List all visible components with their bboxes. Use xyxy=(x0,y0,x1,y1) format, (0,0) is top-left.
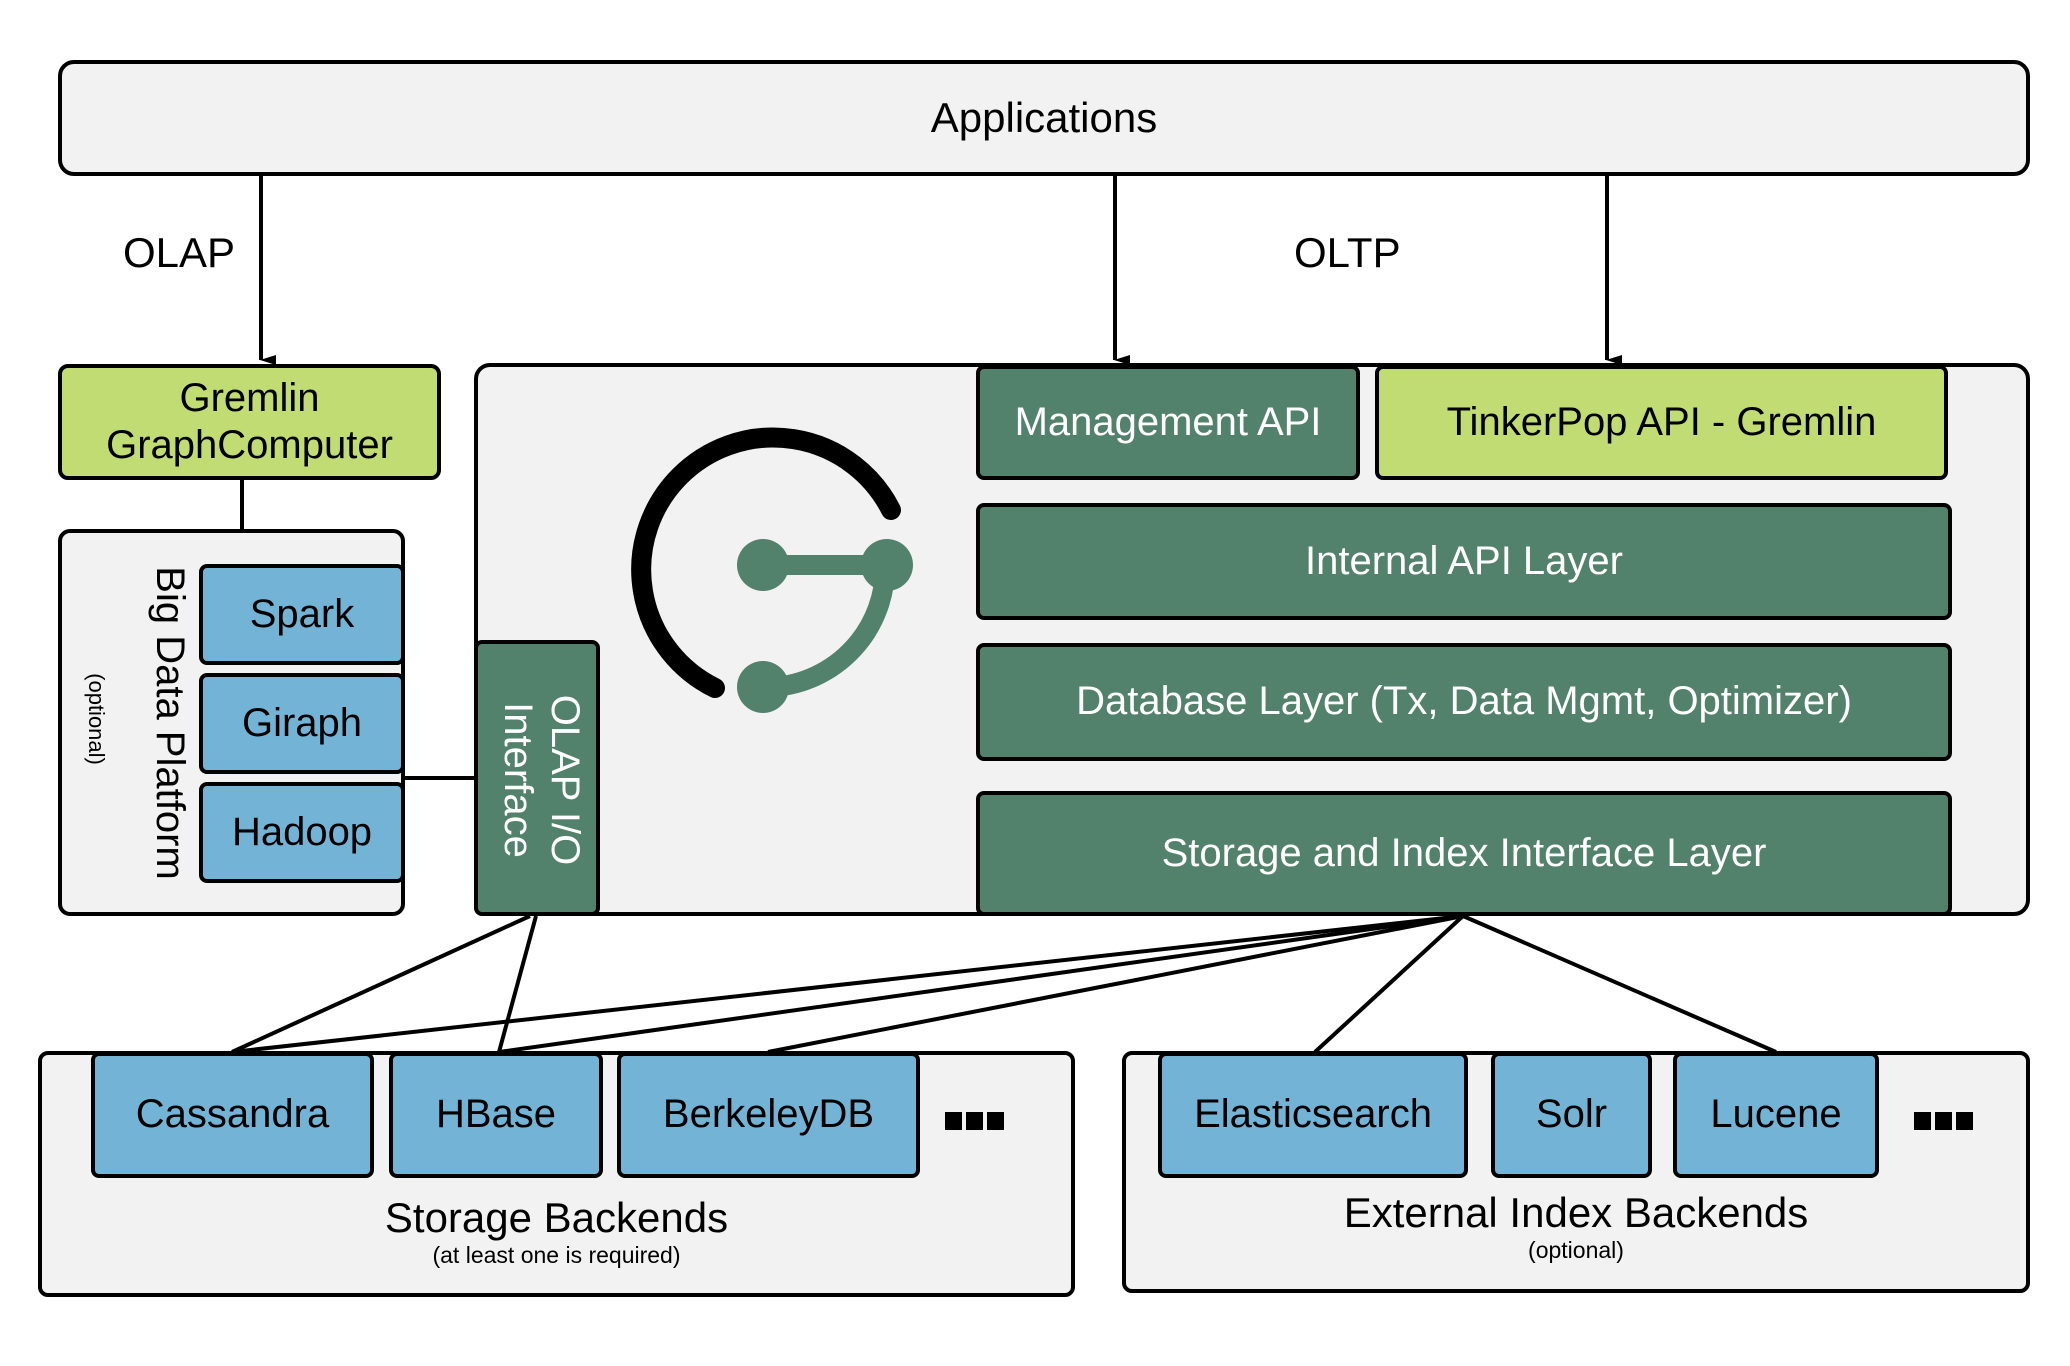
applications-box: Applications xyxy=(58,60,2030,176)
tinkerpop-api-label: TinkerPop API - Gremlin xyxy=(1446,399,1877,444)
olapio-cassandra-connector xyxy=(231,914,531,1054)
big-data-platform-subtitle: (optional) xyxy=(83,619,109,819)
index-backends-subtitle: (optional) xyxy=(1528,1237,1624,1264)
cassandra-label: Cassandra xyxy=(135,1092,330,1137)
olap-io-line1: OLAP I/O xyxy=(543,694,587,866)
elasticsearch-label: Elasticsearch xyxy=(1194,1092,1432,1137)
olap-io-interface-label: OLAP I/O Interface xyxy=(488,652,588,908)
giraph-label: Giraph xyxy=(241,700,363,745)
graphcomputer-line1: Gremlin xyxy=(179,375,320,420)
applications-label: Applications xyxy=(930,94,1158,142)
database-layer-label: Database Layer (Tx, Data Mgmt, Optimizer… xyxy=(1076,679,1852,724)
hadoop-label: Hadoop xyxy=(231,809,373,854)
olap-flow-label: OLAP xyxy=(123,229,236,276)
management-api-box: Management API xyxy=(976,365,1360,480)
index-more-icon xyxy=(1914,1112,1973,1130)
internal-api-layer-label: Internal API Layer xyxy=(1305,538,1623,583)
olap-io-line2: Interface xyxy=(496,702,540,858)
lucene-label: Lucene xyxy=(1710,1092,1842,1137)
storage-layer-hbase-connector xyxy=(498,914,1464,1054)
index-item-elasticsearch: Elasticsearch xyxy=(1158,1052,1468,1178)
storage-layer-elasticsearch-connector xyxy=(1313,914,1465,1054)
index-item-solr: Solr xyxy=(1491,1052,1652,1178)
storage-backends-title: Storage Backends xyxy=(384,1194,729,1241)
database-layer: Database Layer (Tx, Data Mgmt, Optimizer… xyxy=(976,643,1952,761)
internal-api-layer: Internal API Layer xyxy=(976,503,1952,620)
graphcomputer-line2: GraphComputer xyxy=(106,423,393,467)
storage-item-cassandra: Cassandra xyxy=(91,1052,374,1178)
spark-label: Spark xyxy=(249,591,355,636)
big-data-item-giraph: Giraph xyxy=(199,673,405,774)
big-data-platform-title: Big Data Platform xyxy=(145,533,195,913)
storage-more-icon xyxy=(945,1112,1004,1130)
hbase-label: HBase xyxy=(435,1092,557,1137)
storage-item-hbase: HBase xyxy=(389,1052,603,1178)
storage-index-interface-layer-label: Storage and Index Interface Layer xyxy=(1161,830,1767,875)
storage-layer-berkeleydb-connector xyxy=(767,914,1464,1054)
storage-index-interface-layer: Storage and Index Interface Layer xyxy=(976,791,1952,916)
big-data-platform-title-text: Big Data Platform xyxy=(148,566,192,880)
tinkerpop-api-box: TinkerPop API - Gremlin xyxy=(1375,365,1948,480)
berkeleydb-label: BerkeleyDB xyxy=(662,1092,875,1137)
big-data-platform-subtitle-text: (optional) xyxy=(84,673,109,765)
janusgraph-logo-icon xyxy=(631,427,913,713)
solr-label: Solr xyxy=(1535,1092,1608,1137)
storage-backends-caption: Storage Backends (at least one is requir… xyxy=(38,1194,1075,1271)
storage-item-berkeleydb: BerkeleyDB xyxy=(617,1052,920,1178)
oltp-flow-label: OLTP xyxy=(1294,229,1401,276)
index-backends-caption: External Index Backends (optional) xyxy=(1122,1189,2030,1266)
storage-backends-subtitle: (at least one is required) xyxy=(432,1242,681,1269)
olapio-hbase-connector xyxy=(497,915,538,1053)
gremlin-graphcomputer-box: Gremlin GraphComputer xyxy=(58,364,441,480)
big-data-item-hadoop: Hadoop xyxy=(199,782,405,883)
index-backends-title: External Index Backends xyxy=(1343,1189,1809,1236)
storage-layer-lucene-connector xyxy=(1462,914,1777,1054)
storage-layer-cassandra-connector xyxy=(231,914,1464,1054)
index-item-lucene: Lucene xyxy=(1673,1052,1879,1178)
big-data-item-spark: Spark xyxy=(199,564,405,665)
management-api-label: Management API xyxy=(1014,399,1322,444)
